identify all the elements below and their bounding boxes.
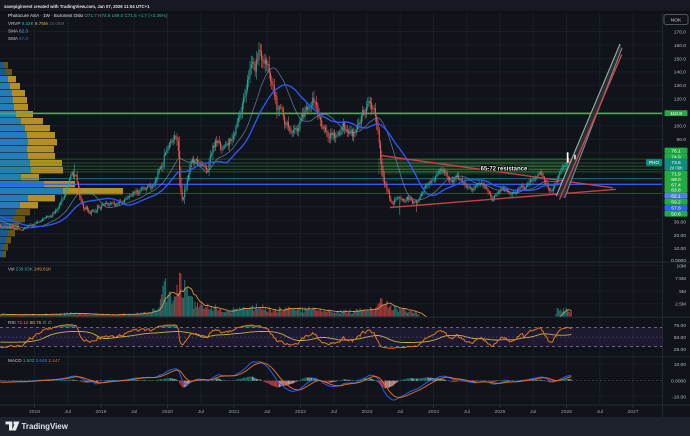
- svg-text:76.1: 76.1: [671, 148, 681, 154]
- svg-text:140.0: 140.0: [674, 70, 687, 76]
- svg-text:160.0: 160.0: [674, 43, 687, 49]
- svg-text:62.1: 62.1: [671, 193, 681, 199]
- svg-text:5M: 5M: [679, 289, 686, 295]
- svg-text:2018: 2018: [29, 409, 40, 415]
- svg-text:90.0: 90.0: [676, 137, 686, 143]
- svg-text:Jul: Jul: [397, 409, 403, 415]
- svg-text:75.00: 75.00: [674, 323, 687, 329]
- svg-text:MACD 1.502 3.648 2.147: MACD 1.502 3.648 2.147: [8, 358, 60, 363]
- svg-text:2023: 2023: [362, 409, 373, 415]
- svg-text:Jul: Jul: [530, 409, 536, 415]
- svg-text:2d 06h: 2d 06h: [670, 165, 683, 170]
- svg-text:2026: 2026: [561, 409, 572, 415]
- svg-text:-10.00: -10.00: [672, 394, 686, 400]
- svg-text:PHO: PHO: [649, 160, 660, 165]
- svg-text:Jul: Jul: [198, 409, 204, 415]
- svg-text:2019: 2019: [96, 409, 107, 415]
- svg-text:65-72 resistance: 65-72 resistance: [481, 166, 528, 172]
- svg-text:50.00: 50.00: [674, 335, 687, 341]
- svg-text:170.0: 170.0: [674, 29, 687, 35]
- svg-text:SMA 62.3: SMA 62.3: [8, 29, 28, 34]
- svg-text:7.5M: 7.5M: [675, 276, 686, 282]
- svg-text:Jul: Jul: [597, 409, 603, 415]
- svg-text:100.0: 100.0: [674, 124, 687, 130]
- svg-text:Jul: Jul: [264, 409, 270, 415]
- svg-text:savepiginvest created with Tra: savepiginvest created with TradingView.c…: [4, 4, 150, 9]
- svg-text:VRVP 9.32K 9.75M 19.08M: VRVP 9.32K 9.75M 19.08M: [8, 21, 64, 26]
- svg-text:0.0000: 0.0000: [671, 258, 686, 264]
- svg-text:Jul: Jul: [331, 409, 337, 415]
- svg-text:120.0: 120.0: [674, 97, 687, 103]
- svg-text:2024: 2024: [428, 409, 439, 415]
- svg-text:RSI 72.12 56.75 ∅ ∅: RSI 72.12 56.75 ∅ ∅: [8, 320, 52, 325]
- svg-text:110.8: 110.8: [670, 111, 682, 117]
- svg-text:20.00: 20.00: [674, 233, 687, 239]
- svg-text:NOK: NOK: [671, 18, 682, 24]
- svg-text:Jul: Jul: [464, 409, 470, 415]
- svg-text:SMA 57.8: SMA 57.8: [8, 36, 28, 41]
- svg-text:2025: 2025: [495, 409, 506, 415]
- svg-text:0.0000: 0.0000: [671, 379, 686, 385]
- svg-text:150.0: 150.0: [674, 56, 687, 62]
- svg-text:30.00: 30.00: [674, 220, 687, 226]
- svg-text:50.6: 50.6: [671, 211, 681, 217]
- svg-text:Jul: Jul: [65, 409, 71, 415]
- svg-text:10M: 10M: [676, 263, 686, 269]
- svg-text:TradingView: TradingView: [22, 422, 69, 431]
- svg-text:10.00: 10.00: [674, 246, 687, 252]
- svg-text:2021: 2021: [229, 409, 240, 415]
- svg-text:130.0: 130.0: [674, 83, 687, 89]
- svg-text:2027: 2027: [628, 409, 639, 415]
- svg-text:59.2: 59.2: [671, 200, 681, 206]
- svg-text:25.00: 25.00: [674, 347, 687, 353]
- svg-text:10.00: 10.00: [674, 362, 687, 368]
- svg-text:2022: 2022: [295, 409, 306, 415]
- svg-text:2.5M: 2.5M: [675, 302, 686, 308]
- svg-text:Vol 239.03K 249.61K: Vol 239.03K 249.61K: [8, 266, 52, 271]
- svg-text:Jul: Jul: [131, 409, 137, 415]
- svg-text:Photocure ASA · 1W · Euronext: Photocure ASA · 1W · Euronext Oslo O71.7…: [8, 13, 168, 18]
- svg-text:2020: 2020: [162, 409, 173, 415]
